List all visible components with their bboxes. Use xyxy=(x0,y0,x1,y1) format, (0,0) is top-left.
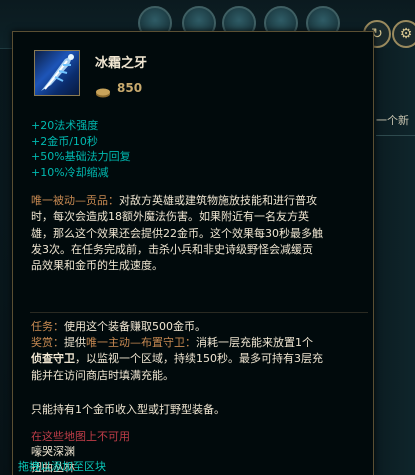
frost-fang-icon xyxy=(34,50,80,96)
reward-text: 消耗一层充能来放置1个 xyxy=(196,336,313,349)
passive-label: 唯一被动—贡品： xyxy=(31,194,119,207)
item-price: 850 xyxy=(95,81,143,98)
stat-mana-regen: +50%基础法力回复 xyxy=(31,150,131,163)
quest-label: 任务： xyxy=(31,320,64,333)
price-value: 850 xyxy=(117,81,143,95)
item-tooltip: 冰霜之牙 850 +20法术强度 +2金币/10秒 +50%基础法力回复 +10… xyxy=(12,31,374,475)
passive-line: 雄，那么这个效果还会提供22金币。这个效果每30秒最多触 xyxy=(31,226,323,240)
reward-text: ，以监视一个区域，持续150秒。最多可持有3层充 xyxy=(75,352,323,366)
passive-description: 唯一被动—贡品：对敌方英雄或建筑物施放技能和进行普攻 时，每次会造成18额外魔法… xyxy=(31,193,367,274)
settings-icon[interactable]: ⚙ xyxy=(392,20,415,48)
reward-label: 奖赏： xyxy=(31,336,64,349)
shop-screen: ↻ ⚙ 一个新 冰霜之牙 850 +20法术强度 +2金币/10秒 +50%基础… xyxy=(0,0,415,475)
passive-line: 时，每次会造成18额外魔法伤害。如果附近有一名友方英 xyxy=(31,210,309,224)
passive-line: 对敌方英雄或建筑物施放技能和进行普攻 xyxy=(119,194,317,207)
active-label: 唯一主动—布置守卫： xyxy=(86,336,196,349)
passive-line: 品效果和金币的生成速度。 xyxy=(31,259,163,273)
create-set-label[interactable]: 一个新 xyxy=(376,112,409,128)
passive-line: 发3次。在任务完成前，击杀小兵和非史诗级野怪会减缓贡 xyxy=(31,242,313,256)
quest-description: 任务：使用这个装备赚取500金币。 xyxy=(31,319,367,335)
gold-coins-icon xyxy=(95,83,111,98)
stats-list: +20法术强度 +2金币/10秒 +50%基础法力回复 +10%冷却缩减 xyxy=(31,118,131,180)
drag-hint: 拖拽以添加至区块 xyxy=(18,460,106,473)
limitation-note: 只能持有1个金币收入型或打野型装备。 xyxy=(31,403,225,416)
unavailable-maps-label: 在这些地图上不可用 xyxy=(31,430,130,443)
reward-text: 提供 xyxy=(64,336,86,349)
reward-description: 奖赏：提供唯一主动—布置守卫：消耗一层充能来放置1个 侦查守卫，以监视一个区域，… xyxy=(31,335,367,384)
quest-text: 使用这个装备赚取500金币。 xyxy=(64,320,206,333)
divider xyxy=(30,312,368,313)
item-name: 冰霜之牙 xyxy=(95,56,148,71)
stealth-ward-label: 侦查守卫 xyxy=(31,352,75,366)
stat-cooldown-reduction: +10%冷却缩减 xyxy=(31,165,109,179)
panel-divider xyxy=(376,135,415,136)
reward-text: 能并在访问商店时填满充能。 xyxy=(31,368,174,382)
stat-gold-per-10: +2金币/10秒 xyxy=(31,134,98,148)
stat-ability-power: +20法术强度 xyxy=(31,119,99,132)
